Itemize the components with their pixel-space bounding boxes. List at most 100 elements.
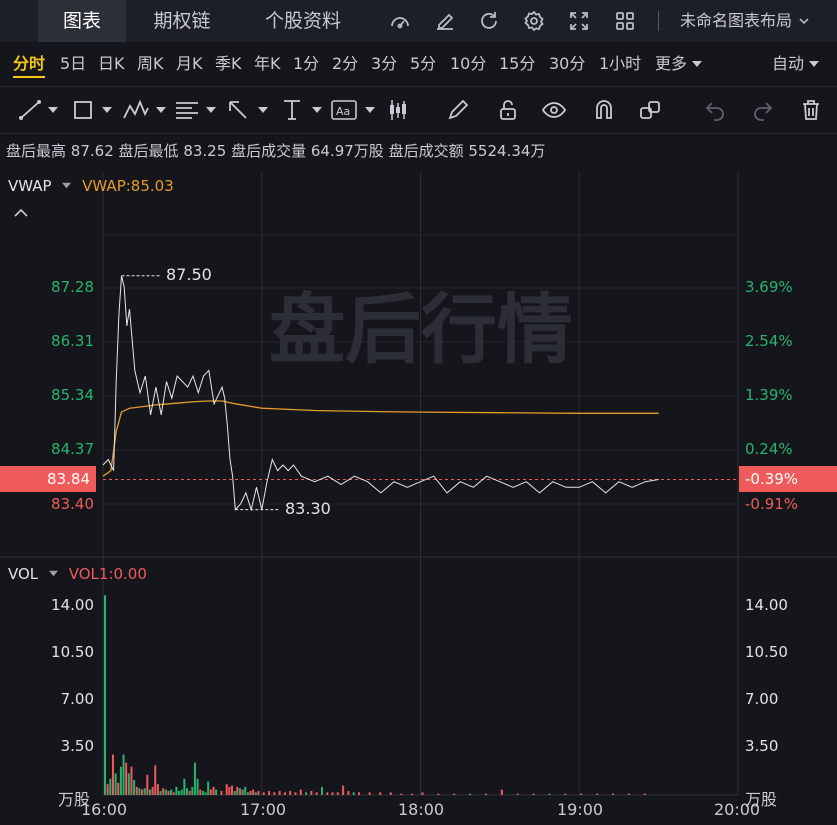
vol-axis-label: 10.50 bbox=[51, 643, 94, 661]
vol-axis-label: 7.00 bbox=[60, 690, 94, 708]
volume-bar bbox=[299, 789, 302, 795]
volume-bar bbox=[135, 786, 138, 795]
volume-bar bbox=[320, 786, 323, 795]
volume-bar bbox=[268, 790, 271, 795]
collapse-chevron-icon[interactable] bbox=[13, 208, 29, 218]
volume-bar bbox=[368, 792, 371, 795]
volume-bar bbox=[138, 788, 141, 795]
time-axis-label: 18:00 bbox=[398, 800, 445, 819]
pct-axis-label: -0.91% bbox=[745, 495, 799, 513]
caret-down-icon bbox=[62, 182, 72, 189]
volume-bar bbox=[352, 792, 355, 795]
volume-bar bbox=[257, 790, 260, 795]
time-axis-label: 19:00 bbox=[557, 800, 604, 819]
vol-axis-label: 7.00 bbox=[745, 690, 779, 708]
volume-bar bbox=[379, 792, 382, 795]
volume-bar bbox=[188, 790, 191, 795]
price-volume-chart[interactable]: 盘后行情 bbox=[0, 0, 837, 825]
volume-bar bbox=[305, 792, 308, 795]
pct-axis-label: 1.39% bbox=[745, 386, 793, 404]
volume-bar bbox=[516, 793, 519, 795]
volume-bar bbox=[421, 792, 424, 795]
volume-bar bbox=[156, 784, 159, 795]
volume-bar bbox=[532, 793, 535, 795]
volume-bar bbox=[278, 790, 281, 795]
vol-header[interactable]: VOL VOL1:0.00 bbox=[8, 565, 147, 583]
volume-bar bbox=[254, 792, 257, 795]
volume-bars bbox=[104, 595, 646, 795]
vol-axis-label: 3.50 bbox=[745, 737, 779, 755]
volume-bar bbox=[233, 790, 236, 795]
current-pct-tag: -0.39% bbox=[739, 466, 837, 492]
volume-bar bbox=[191, 786, 194, 795]
volume-bar bbox=[180, 789, 183, 795]
volume-bar bbox=[262, 792, 265, 795]
pct-axis-label: 2.54% bbox=[745, 332, 793, 350]
vol-value: VOL1:0.00 bbox=[68, 565, 147, 583]
volume-bar bbox=[469, 793, 472, 795]
volume-bar bbox=[225, 784, 228, 795]
volume-bar bbox=[130, 766, 133, 795]
volume-bar bbox=[127, 773, 130, 795]
watermark: 盘后行情 bbox=[269, 285, 573, 374]
volume-bar bbox=[209, 789, 212, 795]
volume-bar bbox=[241, 789, 244, 795]
volume-bar bbox=[178, 790, 181, 795]
volume-bar bbox=[342, 785, 345, 795]
pct-axis-label: 3.69% bbox=[745, 278, 793, 296]
vwap-header[interactable]: VWAP VWAP:85.03 bbox=[8, 177, 174, 195]
volume-bar bbox=[453, 793, 456, 795]
vol-axis-label: 14.00 bbox=[745, 596, 788, 614]
volume-bar bbox=[244, 786, 247, 795]
volume-bar bbox=[336, 792, 339, 795]
volume-bar bbox=[231, 785, 233, 795]
volume-bar bbox=[437, 793, 440, 795]
volume-bar bbox=[167, 790, 170, 795]
time-axis-label: 17:00 bbox=[240, 800, 287, 819]
price-axis-label: 86.31 bbox=[51, 332, 94, 350]
vol-axis-label: 10.50 bbox=[745, 643, 788, 661]
volume-bar bbox=[175, 786, 178, 795]
volume-bar bbox=[170, 789, 173, 795]
volume-bar bbox=[410, 793, 413, 795]
volume-bar bbox=[236, 786, 239, 795]
time-axis-label: 16:00 bbox=[81, 800, 128, 819]
volume-bar bbox=[164, 789, 167, 795]
volume-bar bbox=[289, 790, 292, 795]
volume-bar bbox=[596, 793, 599, 795]
time-axis-label: 20:00 bbox=[714, 800, 761, 819]
high-marker-label: 87.50 bbox=[166, 265, 212, 284]
volume-bar bbox=[109, 778, 112, 795]
volume-bar bbox=[485, 793, 487, 795]
volume-bar bbox=[500, 789, 503, 795]
price-axis-label: 83.40 bbox=[51, 495, 94, 513]
vwap-value: VWAP:85.03 bbox=[82, 177, 174, 195]
volume-bar bbox=[141, 789, 144, 795]
volume-bar bbox=[122, 754, 125, 795]
volume-bar bbox=[199, 789, 202, 795]
price-axis-label: 87.28 bbox=[51, 278, 94, 296]
low-marker-label: 83.30 bbox=[285, 499, 331, 518]
volume-bar bbox=[252, 789, 255, 795]
volume-bar bbox=[119, 766, 122, 795]
volume-bar bbox=[294, 792, 297, 795]
volume-bar bbox=[310, 790, 313, 795]
vol-axis-label: 14.00 bbox=[51, 596, 94, 614]
volume-bar bbox=[162, 788, 165, 795]
volume-bar bbox=[143, 788, 146, 795]
volume-bar bbox=[627, 793, 630, 795]
volume-bar bbox=[193, 762, 196, 795]
volume-bar bbox=[564, 793, 567, 795]
price-markers bbox=[121, 275, 280, 511]
volume-bar bbox=[612, 793, 614, 795]
volume-bar bbox=[326, 792, 329, 795]
volume-bar bbox=[114, 773, 117, 795]
volume-bar bbox=[643, 793, 646, 795]
current-price-tag: 83.84 bbox=[0, 466, 96, 492]
volume-bar bbox=[215, 789, 218, 795]
volume-bar bbox=[246, 792, 249, 795]
volume-bar bbox=[151, 786, 154, 795]
chart-grid bbox=[0, 172, 837, 796]
price-axis-label: 85.34 bbox=[51, 386, 94, 404]
caret-down-icon bbox=[48, 570, 58, 577]
